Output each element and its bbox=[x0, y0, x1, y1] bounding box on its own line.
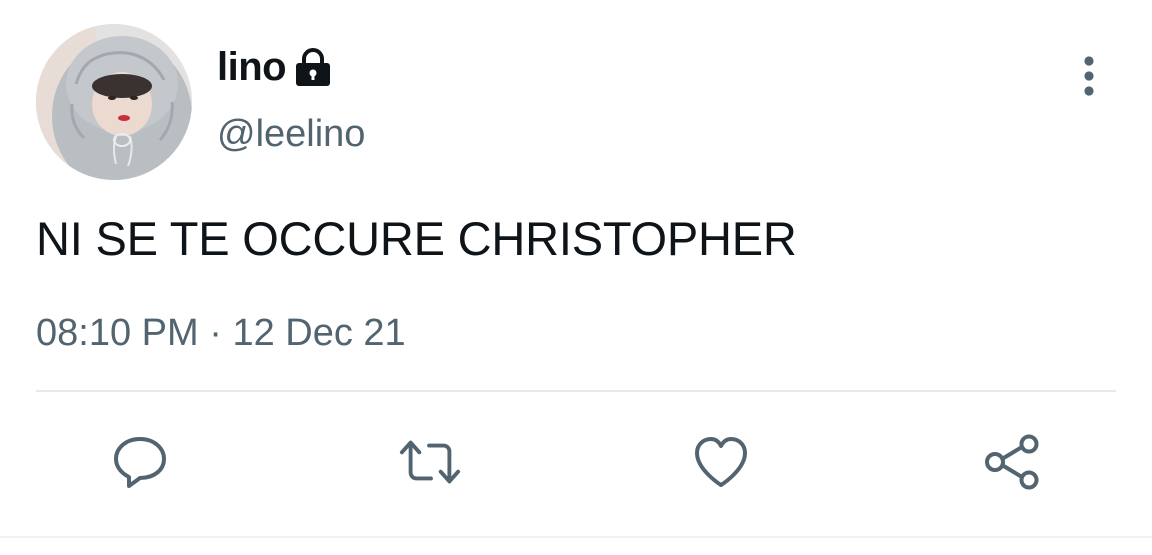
timestamp-separator: · bbox=[209, 312, 222, 354]
display-name[interactable]: lino bbox=[217, 42, 287, 92]
tweet-text: NI SE TE OCCURE CHRISTOPHER bbox=[36, 212, 797, 265]
like-button[interactable] bbox=[689, 430, 753, 494]
heart-icon bbox=[695, 437, 747, 487]
reply-button[interactable] bbox=[108, 430, 172, 494]
avatar[interactable] bbox=[36, 24, 192, 180]
share-icon bbox=[985, 434, 1039, 490]
more-options-button[interactable] bbox=[1068, 50, 1110, 100]
retweet-button[interactable] bbox=[398, 430, 462, 494]
divider bbox=[36, 390, 1116, 392]
tweet-date: 12 Dec 21 bbox=[232, 312, 406, 354]
tweet-timestamp[interactable]: 08:10 PM · 12 Dec 21 bbox=[36, 308, 406, 358]
share-button[interactable] bbox=[980, 430, 1044, 494]
reply-icon bbox=[114, 437, 166, 488]
avatar-image bbox=[36, 24, 192, 180]
user-handle[interactable]: @leelino bbox=[217, 110, 365, 158]
lock-icon bbox=[296, 48, 331, 86]
retweet-icon bbox=[399, 440, 461, 484]
tweet-time: 08:10 PM bbox=[36, 312, 199, 354]
bottom-divider bbox=[0, 536, 1152, 538]
display-name-row: lino bbox=[217, 42, 332, 92]
more-vertical-icon bbox=[1084, 56, 1094, 96]
